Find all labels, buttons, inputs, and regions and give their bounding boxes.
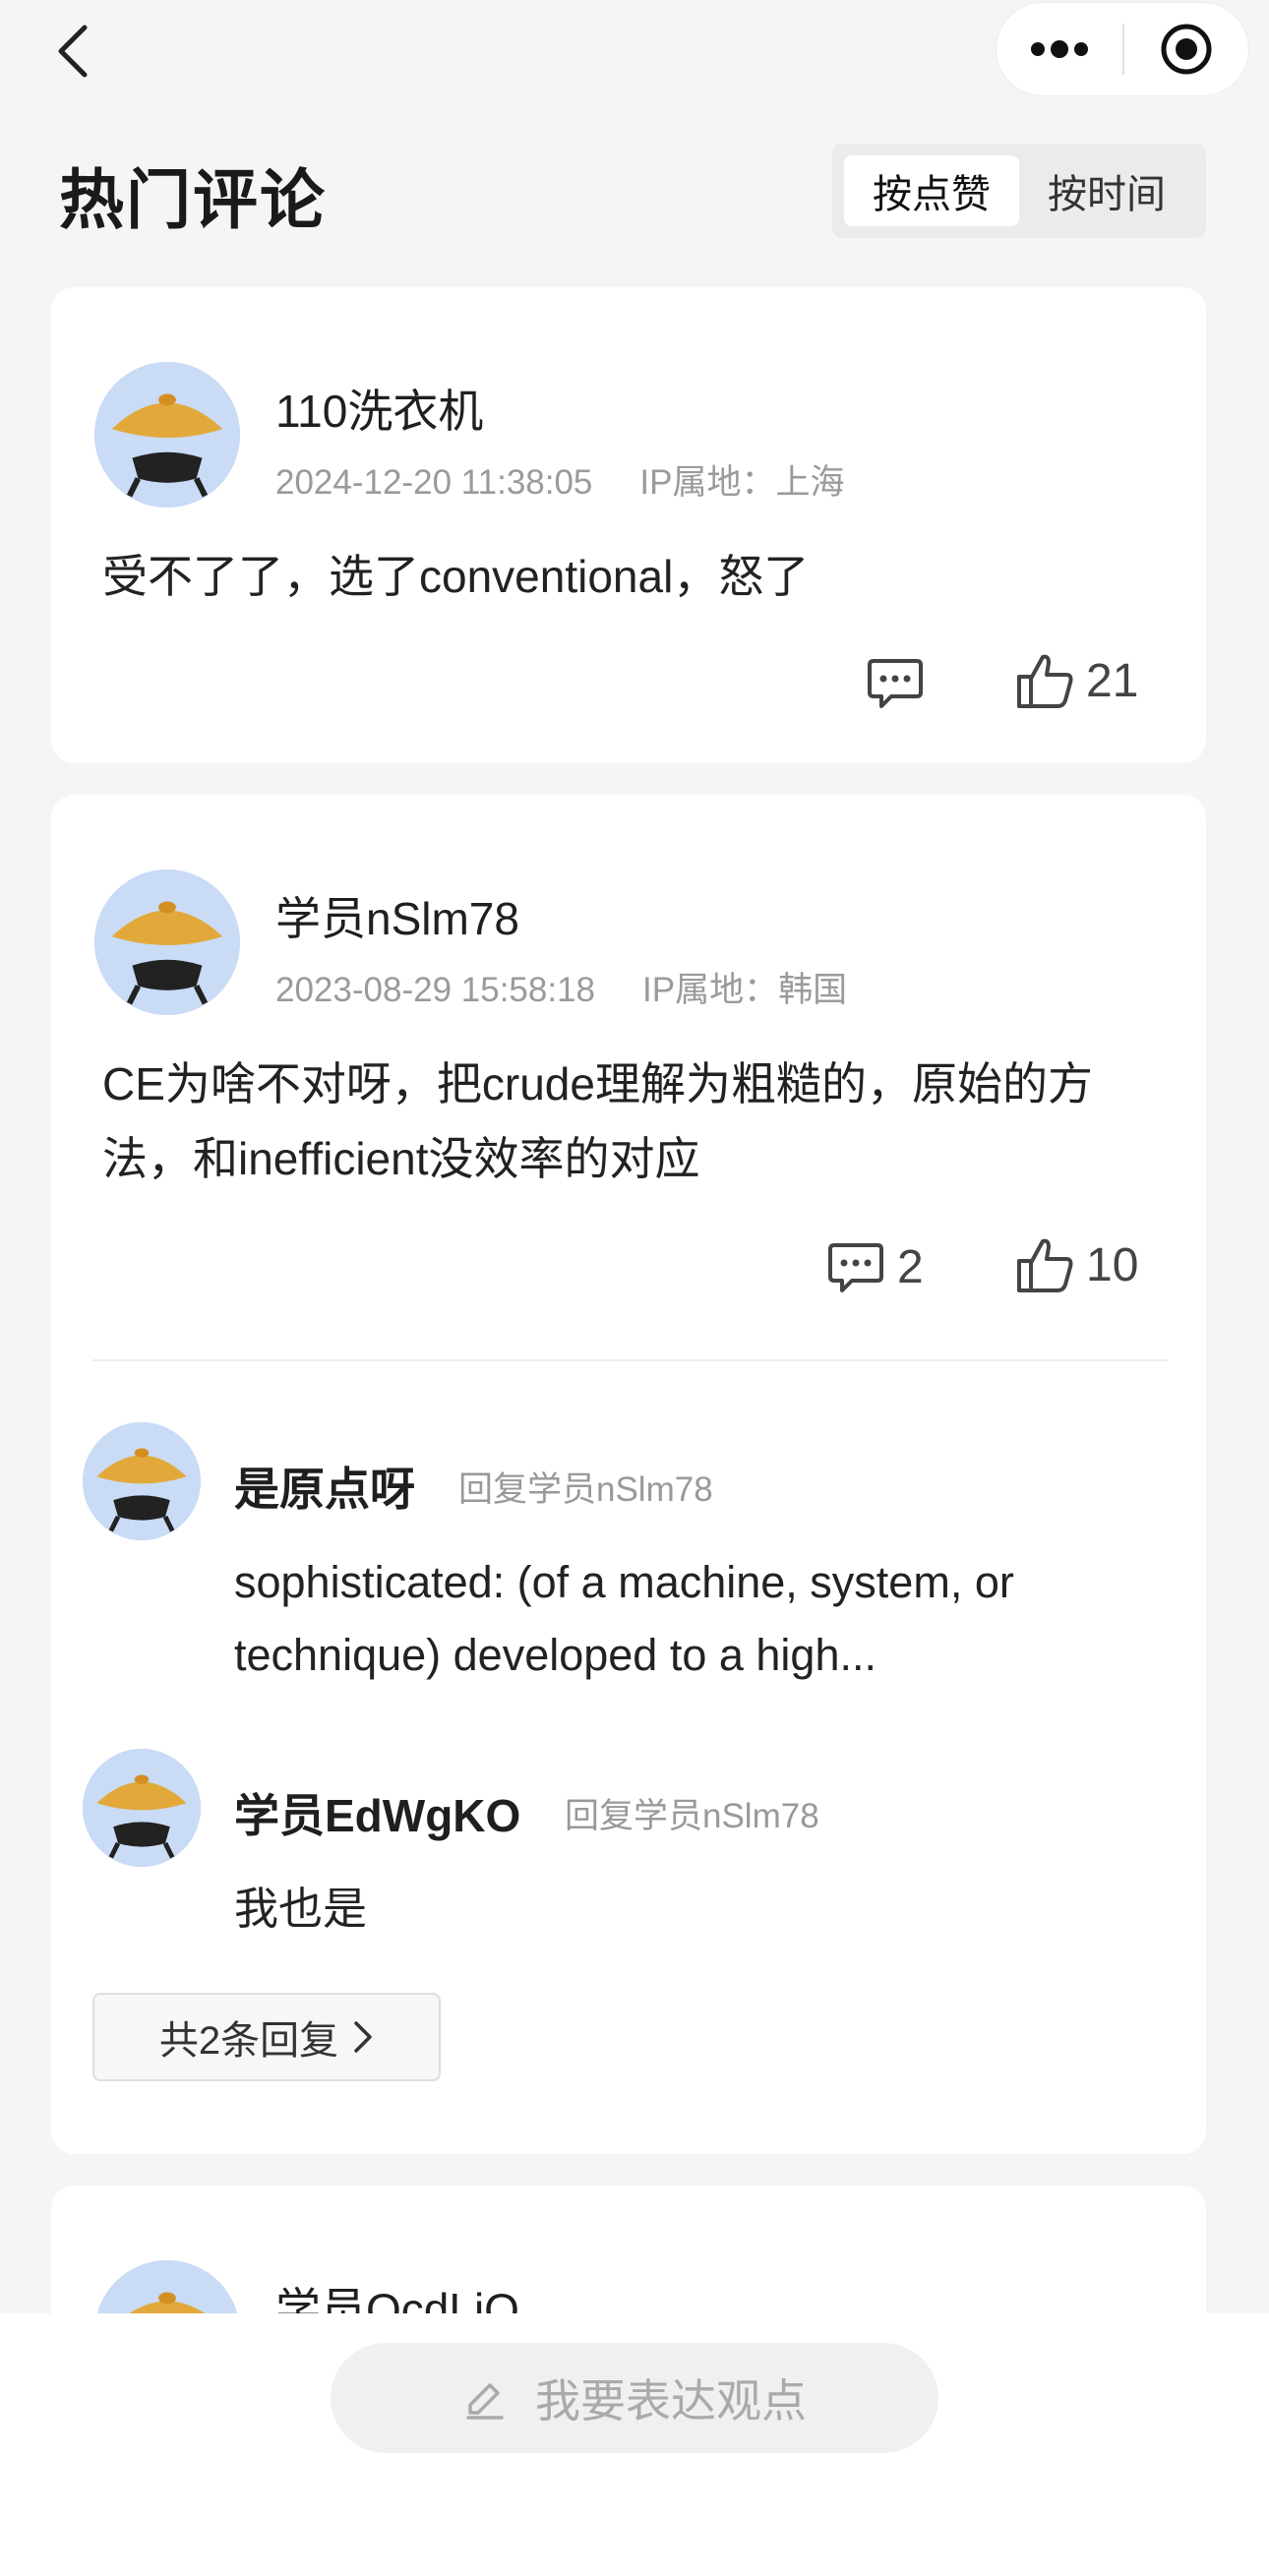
comment-meta: 2023-08-29 15:58:18 IP属地：韩国 [275,962,847,1012]
reply-text[interactable]: 我也是 [234,1873,1119,1946]
view-all-replies-label: 共2条回复 [158,2019,339,2063]
comment-bubble-icon [868,659,923,708]
back-button[interactable] [47,22,106,81]
reply-to-label: 回复学员nSlm78 [565,1797,819,1835]
comment-ip: IP属地：上海 [639,463,845,502]
like-count: 21 [1086,654,1139,707]
reply-count: 2 [897,1240,924,1293]
compose-button[interactable]: 我要表达观点 [331,2343,938,2453]
view-all-replies-button[interactable]: 共2条回复 [92,1993,441,2081]
mini-program-capsule [996,2,1249,96]
avatar-hat-icon [83,1749,201,1867]
comment-bubble-icon [828,1243,883,1292]
comment-time: 2023-08-29 15:58:18 [275,971,595,1009]
like-count: 10 [1086,1238,1139,1291]
avatar-hat-icon [83,1422,201,1540]
sort-toggle: 按点赞 按时间 [832,144,1206,238]
comment-text: 受不了了，选了conventional，怒了 [102,551,810,602]
sort-by-time-tab[interactable]: 按时间 [1019,155,1194,226]
reply-avatar[interactable] [83,1749,201,1867]
reply-avatar[interactable] [83,1422,201,1540]
target-circle-icon [1161,24,1212,75]
close-mini-program-button[interactable] [1124,3,1248,95]
avatar[interactable] [94,869,240,1015]
chevron-right-icon [354,2021,372,2053]
sort-by-likes-tab[interactable]: 按点赞 [844,155,1019,226]
thumbs-up-icon [1017,654,1073,708]
like-button[interactable]: 10 [1015,1235,1138,1294]
more-dots-icon [1031,40,1088,58]
reply-username[interactable]: 是原点呀 [234,1454,415,1519]
reply-text[interactable]: sophisticated: (of a machine, system, or… [234,1546,1119,1692]
chevron-left-icon [58,25,88,78]
comment-meta: 2024-12-20 11:38:05 IP属地：上海 [275,454,844,505]
comment-time: 2024-12-20 11:38:05 [275,463,593,502]
bottom-bar: 我要表达观点 [0,2313,1269,2576]
compose-placeholder: 我要表达观点 [535,2375,807,2426]
comment-username[interactable]: 学员nSlm78 [275,883,519,948]
avatar[interactable] [94,362,240,508]
reply-to-label: 回复学员nSlm78 [458,1470,713,1509]
avatar-hat-icon [94,362,240,508]
page-title: 热门评论 [59,163,327,236]
comment-ip: IP属地：韩国 [642,971,848,1009]
comment-card: 110洗衣机 2024-12-20 11:38:05 IP属地：上海 受不了了，选… [51,287,1206,763]
comment-username[interactable]: 110洗衣机 [275,376,483,441]
more-button[interactable] [997,3,1122,95]
like-button[interactable]: 21 [1015,651,1138,710]
reply-button[interactable] [866,655,937,710]
reply-username[interactable]: 学员EdWgKO [234,1780,520,1845]
avatar-hat-icon [94,869,240,1015]
divider [92,1359,1167,1361]
thumbs-up-icon [1017,1238,1073,1292]
comments-page: 热门评论 按点赞 按时间 110洗衣机 2024-12-20 11:38:05 I… [0,0,1269,2576]
comment-text: CE为啥不对呀，把crude理解为粗糙的，原始的方法，和inefficient没… [102,1058,1093,1184]
pencil-icon [466,2383,504,2420]
comment-card: 学员nSlm78 2023-08-29 15:58:18 IP属地：韩国 CE为啥… [51,795,1206,2154]
reply-button[interactable]: 2 [826,1239,924,1294]
